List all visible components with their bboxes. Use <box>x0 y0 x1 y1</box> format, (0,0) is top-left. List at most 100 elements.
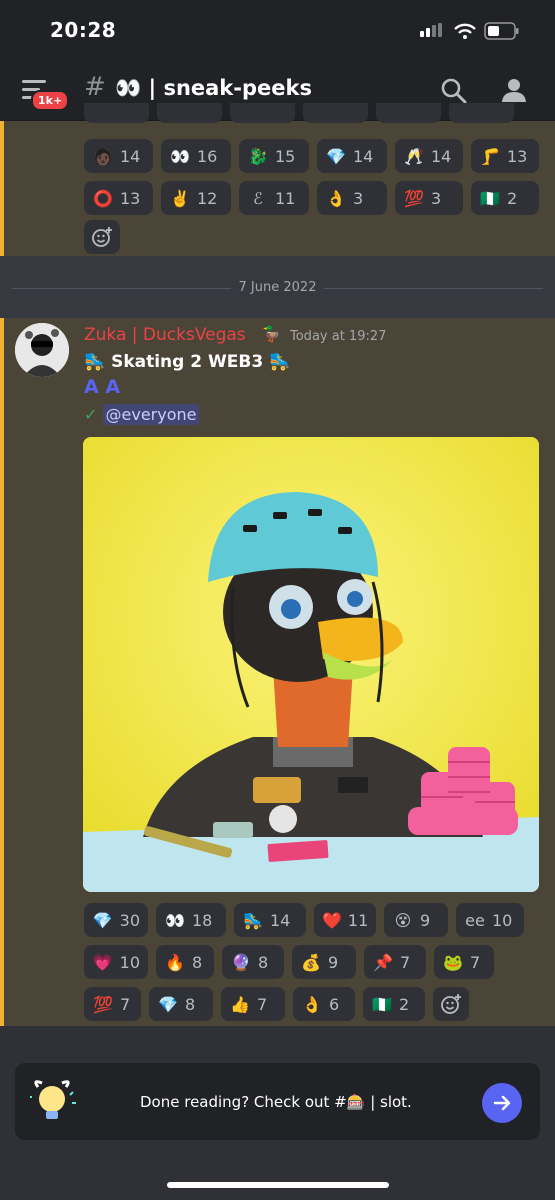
reaction-chip[interactable]: 💯 7 <box>84 987 141 1021</box>
reaction-chip[interactable]: 👌 6 <box>293 987 355 1021</box>
reaction-chip[interactable]: 🇳🇬 2 <box>363 987 425 1021</box>
reaction-emoji: 💎 <box>326 146 346 166</box>
reaction-count: 8 <box>192 952 203 972</box>
reaction-emoji: 💰 <box>301 952 321 972</box>
reaction-chip[interactable]: 🔥 8 <box>156 945 214 979</box>
reaction-emoji: 🔥 <box>165 952 185 972</box>
reaction-chip[interactable]: 💎 30 <box>84 903 148 937</box>
reaction-count: 8 <box>185 994 196 1014</box>
arrow-right-icon <box>493 1095 511 1111</box>
reaction-count: 10 <box>119 952 140 972</box>
reaction-chip[interactable]: 🛼 14 <box>234 903 306 937</box>
reaction-chip[interactable]: 👍 7 <box>221 987 285 1021</box>
reaction-count: 10 <box>492 910 513 930</box>
reaction-chip[interactable]: 🔮 8 <box>222 945 284 979</box>
reaction-count: 12 <box>197 188 218 208</box>
reaction-count: 2 <box>399 994 410 1014</box>
avatar[interactable] <box>15 323 69 377</box>
reaction-chip[interactable]: 🐸 7 <box>434 945 494 979</box>
reaction-emoji: 👀 <box>170 146 190 166</box>
reaction-chip[interactable]: 🐉 15 <box>239 139 309 173</box>
prev-reactions-row-2: ⭕ 13 ✌️ 12 ℰ 11 👌 3 💯 3 🇳🇬 2 <box>84 181 539 215</box>
reaction-emoji: 💯 <box>93 994 113 1014</box>
message-line-2: A A <box>84 376 121 398</box>
reaction-chip[interactable]: 😵 9 <box>384 903 448 937</box>
reaction-emoji: 💯 <box>404 188 424 208</box>
reaction-emoji: 📌 <box>373 952 393 972</box>
reaction-count: 7 <box>257 994 268 1014</box>
reaction-chip[interactable]: 💎 8 <box>149 987 213 1021</box>
reactions-row-1: 💎 30 👀 18 🛼 14 ❤️ 11 😵 9 ee 10 <box>84 903 524 937</box>
reaction-emoji: ✌️ <box>170 188 190 208</box>
reaction-emoji: 🐉 <box>248 146 268 166</box>
reaction-chip[interactable]: 🧑🏿 14 <box>84 139 153 173</box>
reaction-count: 30 <box>119 910 140 930</box>
reaction-emoji: 👀 <box>165 910 185 930</box>
reaction-emoji: 😵 <box>394 910 412 930</box>
author-badge: 🦆 <box>262 325 281 343</box>
reaction-emoji: ⭕ <box>93 188 113 208</box>
add-reaction-icon <box>92 227 112 247</box>
clock: 20:28 <box>50 18 117 42</box>
reaction-count: 14 <box>353 146 374 166</box>
reaction-count: 13 <box>120 188 141 208</box>
reaction-emoji: 👌 <box>326 188 346 208</box>
reaction-chip[interactable]: 💯 3 <box>395 181 463 215</box>
author-name[interactable]: Zuka | DucksVegas <box>84 325 246 345</box>
reaction-emoji: ee <box>465 910 485 930</box>
reaction-emoji: 🧑🏿 <box>93 146 113 166</box>
reaction-count: 16 <box>197 146 218 166</box>
lightbulb-icon <box>30 1080 76 1119</box>
reaction-chip[interactable]: 📌 7 <box>364 945 426 979</box>
reaction-emoji: 🔮 <box>231 952 251 972</box>
reaction-chip[interactable]: 🦵 13 <box>471 139 539 173</box>
check-icon: ✓ <box>84 405 98 424</box>
reaction-chip[interactable]: 👀 18 <box>156 903 226 937</box>
banner-text: Done reading? Check out #🎰 | slot. <box>140 1093 412 1111</box>
reaction-chip[interactable]: 🇳🇬 2 <box>471 181 539 215</box>
reaction-count: 13 <box>507 146 528 166</box>
reaction-emoji: 👍 <box>230 994 250 1014</box>
reaction-chip[interactable]: ❤️ 11 <box>314 903 376 937</box>
search-icon[interactable] <box>441 78 467 104</box>
wifi-icon <box>454 23 476 39</box>
reaction-chip[interactable]: ℰ 11 <box>239 181 309 215</box>
date-divider: 7 June 2022 <box>0 280 555 295</box>
reaction-count: 14 <box>120 146 141 166</box>
add-reaction-icon <box>441 994 461 1014</box>
reaction-emoji: 👌 <box>302 994 322 1014</box>
reaction-count: 14 <box>270 910 291 930</box>
reaction-chip[interactable]: 💰 9 <box>292 945 356 979</box>
reaction-count: 8 <box>258 952 269 972</box>
battery-icon <box>484 22 519 40</box>
reaction-emoji: 🦵 <box>480 146 500 166</box>
channel-title[interactable]: 👀 | sneak-peeks <box>115 76 312 101</box>
members-icon[interactable] <box>500 76 530 104</box>
reaction-emoji: 🇳🇬 <box>480 188 500 208</box>
reaction-count: 18 <box>192 910 213 930</box>
reaction-chip[interactable]: ee 10 <box>456 903 524 937</box>
reaction-chip[interactable]: ⭕ 13 <box>84 181 153 215</box>
reaction-chip[interactable]: 👀 16 <box>161 139 231 173</box>
reaction-count: 11 <box>347 910 369 930</box>
reaction-count: 15 <box>275 146 296 166</box>
go-to-channel-button[interactable] <box>482 1083 522 1123</box>
message-image[interactable] <box>83 437 539 892</box>
reaction-chip[interactable]: ✌️ 12 <box>161 181 231 215</box>
reaction-count: 7 <box>400 952 411 972</box>
reaction-emoji: 🐸 <box>443 952 463 972</box>
add-reaction-button[interactable] <box>84 220 120 254</box>
reaction-emoji: 💎 <box>158 994 178 1014</box>
reaction-chip[interactable]: 💗 10 <box>84 945 148 979</box>
reaction-chip[interactable]: 👌 3 <box>317 181 387 215</box>
home-indicator[interactable] <box>167 1182 389 1188</box>
reaction-count: 9 <box>420 910 431 930</box>
reaction-count: 3 <box>353 188 364 208</box>
prev-reactions-row-1: 🧑🏿 14 👀 16 🐉 15 💎 14 🥂 14 🦵 13 <box>84 139 539 173</box>
everyone-mention[interactable]: @everyone <box>102 404 200 425</box>
reaction-count: 11 <box>275 188 296 208</box>
reaction-chip[interactable]: 🥂 14 <box>395 139 463 173</box>
reaction-count: 9 <box>328 952 339 972</box>
add-reaction-button[interactable] <box>433 987 469 1021</box>
reaction-chip[interactable]: 💎 14 <box>317 139 387 173</box>
